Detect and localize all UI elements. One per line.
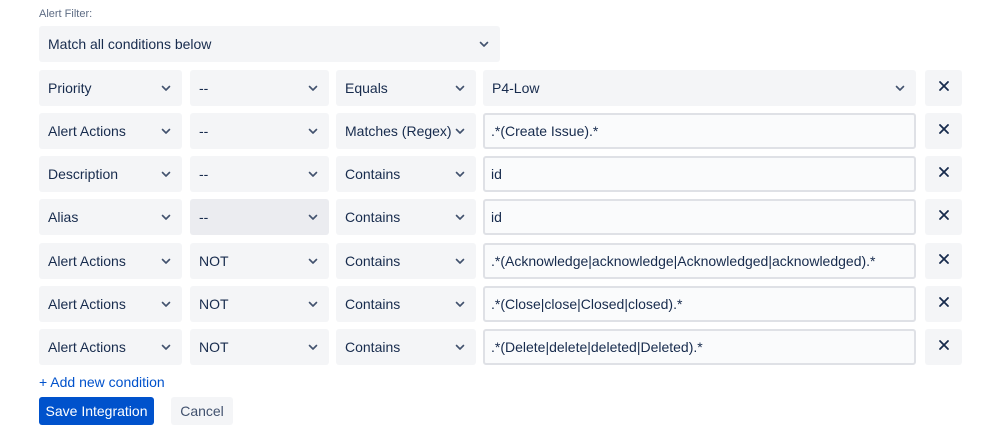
chevron-down-icon: [893, 81, 907, 95]
save-integration-button[interactable]: Save Integration: [39, 397, 154, 425]
field-value: Alert Actions: [48, 253, 126, 269]
remove-condition-button[interactable]: [925, 70, 962, 106]
close-icon: [938, 252, 950, 270]
chevron-down-icon: [159, 340, 173, 354]
operation-value: Contains: [345, 296, 401, 312]
operation-value: Equals: [345, 80, 388, 96]
remove-condition-button[interactable]: [925, 156, 962, 192]
value-input[interactable]: .*(Acknowledge|acknowledge|Acknowledged|…: [483, 243, 916, 279]
chevron-down-icon: [306, 340, 320, 354]
not-value: --: [199, 80, 209, 96]
not-value: --: [199, 209, 209, 225]
operation-select[interactable]: Contains: [336, 329, 476, 365]
operation-select[interactable]: Contains: [336, 286, 476, 322]
add-condition-link[interactable]: + Add new condition: [39, 374, 165, 390]
chevron-down-icon: [306, 167, 320, 181]
field-select[interactable]: Alias: [39, 199, 182, 235]
operation-select[interactable]: Matches (Regex): [336, 113, 476, 149]
close-icon: [938, 165, 950, 183]
not-select[interactable]: NOT: [190, 243, 329, 279]
field-select[interactable]: Alert Actions: [39, 113, 182, 149]
chevron-down-icon: [453, 124, 467, 138]
value-input[interactable]: .*(Delete|delete|deleted|Deleted).*: [483, 329, 916, 365]
chevron-down-icon: [453, 210, 467, 224]
field-value: Alert Actions: [48, 123, 126, 139]
operation-select[interactable]: Contains: [336, 199, 476, 235]
close-icon: [938, 338, 950, 356]
remove-condition-button[interactable]: [925, 286, 962, 322]
not-value: NOT: [199, 339, 229, 355]
field-select[interactable]: Alert Actions: [39, 329, 182, 365]
operation-value: Contains: [345, 166, 401, 182]
operation-select[interactable]: Contains: [336, 156, 476, 192]
chevron-down-icon: [306, 124, 320, 138]
not-value: --: [199, 123, 209, 139]
field-value: Priority: [48, 80, 92, 96]
close-icon: [938, 79, 950, 97]
field-value: Alert Actions: [48, 339, 126, 355]
value-input[interactable]: id: [483, 156, 916, 192]
chevron-down-icon: [306, 297, 320, 311]
field-select[interactable]: Alert Actions: [39, 286, 182, 322]
value-selected: P4-Low: [492, 80, 540, 96]
field-value: Description: [48, 166, 119, 182]
remove-condition-button[interactable]: [925, 243, 962, 279]
not-select[interactable]: NOT: [190, 329, 329, 365]
chevron-down-icon: [453, 340, 467, 354]
chevron-down-icon: [453, 81, 467, 95]
not-select[interactable]: --: [190, 156, 329, 192]
chevron-down-icon: [159, 254, 173, 268]
not-value: --: [199, 166, 209, 182]
chevron-down-icon: [453, 167, 467, 181]
operation-value: Contains: [345, 209, 401, 225]
chevron-down-icon: [453, 254, 467, 268]
value-select[interactable]: P4-Low: [483, 70, 916, 106]
value-input[interactable]: .*(Create Issue).*: [483, 113, 916, 149]
close-icon: [938, 122, 950, 140]
field-value: Alias: [48, 209, 79, 225]
alert-filter-label: Alert Filter:: [39, 8, 93, 20]
chevron-down-icon: [477, 37, 491, 51]
value-input[interactable]: .*(Close|close|Closed|closed).*: [483, 286, 916, 322]
match-mode-value: Match all conditions below: [48, 36, 212, 52]
chevron-down-icon: [306, 81, 320, 95]
chevron-down-icon: [306, 254, 320, 268]
not-select[interactable]: NOT: [190, 286, 329, 322]
chevron-down-icon: [306, 210, 320, 224]
remove-condition-button[interactable]: [925, 113, 962, 149]
operation-value: Contains: [345, 253, 401, 269]
chevron-down-icon: [159, 210, 173, 224]
chevron-down-icon: [159, 297, 173, 311]
chevron-down-icon: [453, 297, 467, 311]
cancel-button[interactable]: Cancel: [171, 397, 233, 425]
field-select[interactable]: Alert Actions: [39, 243, 182, 279]
chevron-down-icon: [159, 124, 173, 138]
value-input[interactable]: id: [483, 199, 916, 235]
chevron-down-icon: [159, 81, 173, 95]
operation-select[interactable]: Contains: [336, 243, 476, 279]
close-icon: [938, 295, 950, 313]
operation-value: Contains: [345, 339, 401, 355]
operation-value: Matches (Regex): [345, 123, 452, 139]
remove-condition-button[interactable]: [925, 329, 962, 365]
not-select[interactable]: --: [190, 70, 329, 106]
not-value: NOT: [199, 296, 229, 312]
remove-condition-button[interactable]: [925, 199, 962, 235]
field-value: Alert Actions: [48, 296, 126, 312]
field-select[interactable]: Priority: [39, 70, 182, 106]
operation-select[interactable]: Equals: [336, 70, 476, 106]
not-select[interactable]: --: [190, 113, 329, 149]
close-icon: [938, 208, 950, 226]
not-value: NOT: [199, 253, 229, 269]
match-mode-select[interactable]: Match all conditions below: [39, 26, 500, 62]
not-select[interactable]: --: [190, 199, 329, 235]
chevron-down-icon: [159, 167, 173, 181]
field-select[interactable]: Description: [39, 156, 182, 192]
